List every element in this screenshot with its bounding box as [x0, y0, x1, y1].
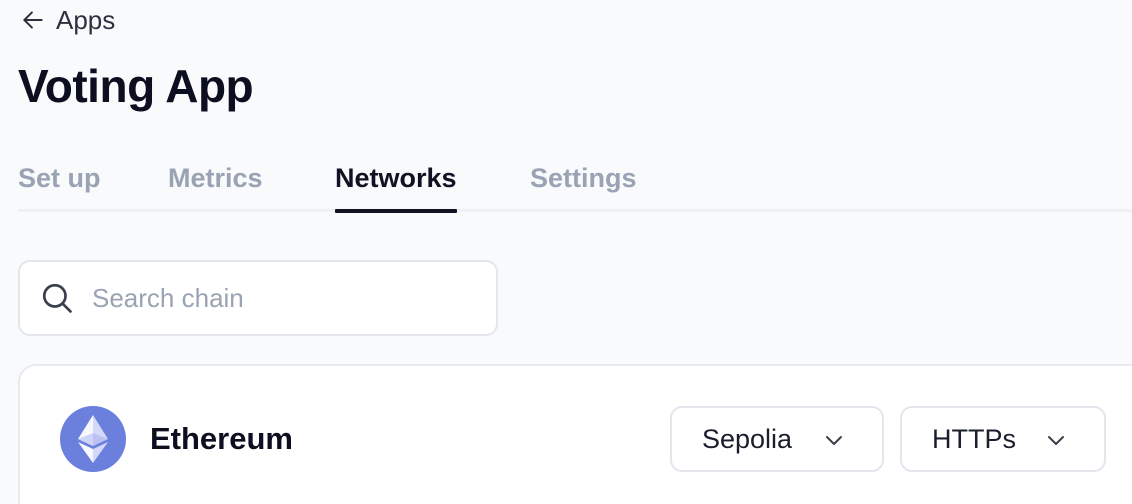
- chevron-down-icon: [826, 436, 842, 445]
- protocol-select[interactable]: HTTPs: [900, 406, 1106, 472]
- chevron-down-icon: [1048, 436, 1064, 445]
- tab-settings[interactable]: Settings: [530, 160, 637, 212]
- chain-logo: [60, 406, 126, 472]
- tab-metrics[interactable]: Metrics: [168, 160, 263, 212]
- network-select[interactable]: Sepolia: [670, 406, 884, 472]
- chain-card: Ethereum Sepolia HTTPs: [18, 364, 1132, 504]
- network-select-value: Sepolia: [702, 424, 793, 454]
- tab-bar: Set up Metrics Networks Settings: [18, 156, 1132, 213]
- app-detail-page: Apps Voting App Set up Metrics Networks …: [0, 0, 1132, 504]
- back-link-label: Apps: [56, 5, 116, 35]
- tab-networks[interactable]: Networks: [335, 160, 457, 213]
- tab-set-up[interactable]: Set up: [18, 160, 101, 212]
- search-icon: [42, 283, 72, 313]
- search-input[interactable]: [92, 282, 472, 314]
- ethereum-icon: [78, 415, 108, 463]
- page-title: Voting App: [18, 60, 254, 112]
- back-link[interactable]: Apps: [20, 4, 115, 36]
- search-box: [18, 260, 498, 336]
- chain-name: Ethereum: [150, 421, 293, 456]
- arrow-left-icon: [23, 11, 43, 29]
- protocol-select-value: HTTPs: [932, 424, 1016, 454]
